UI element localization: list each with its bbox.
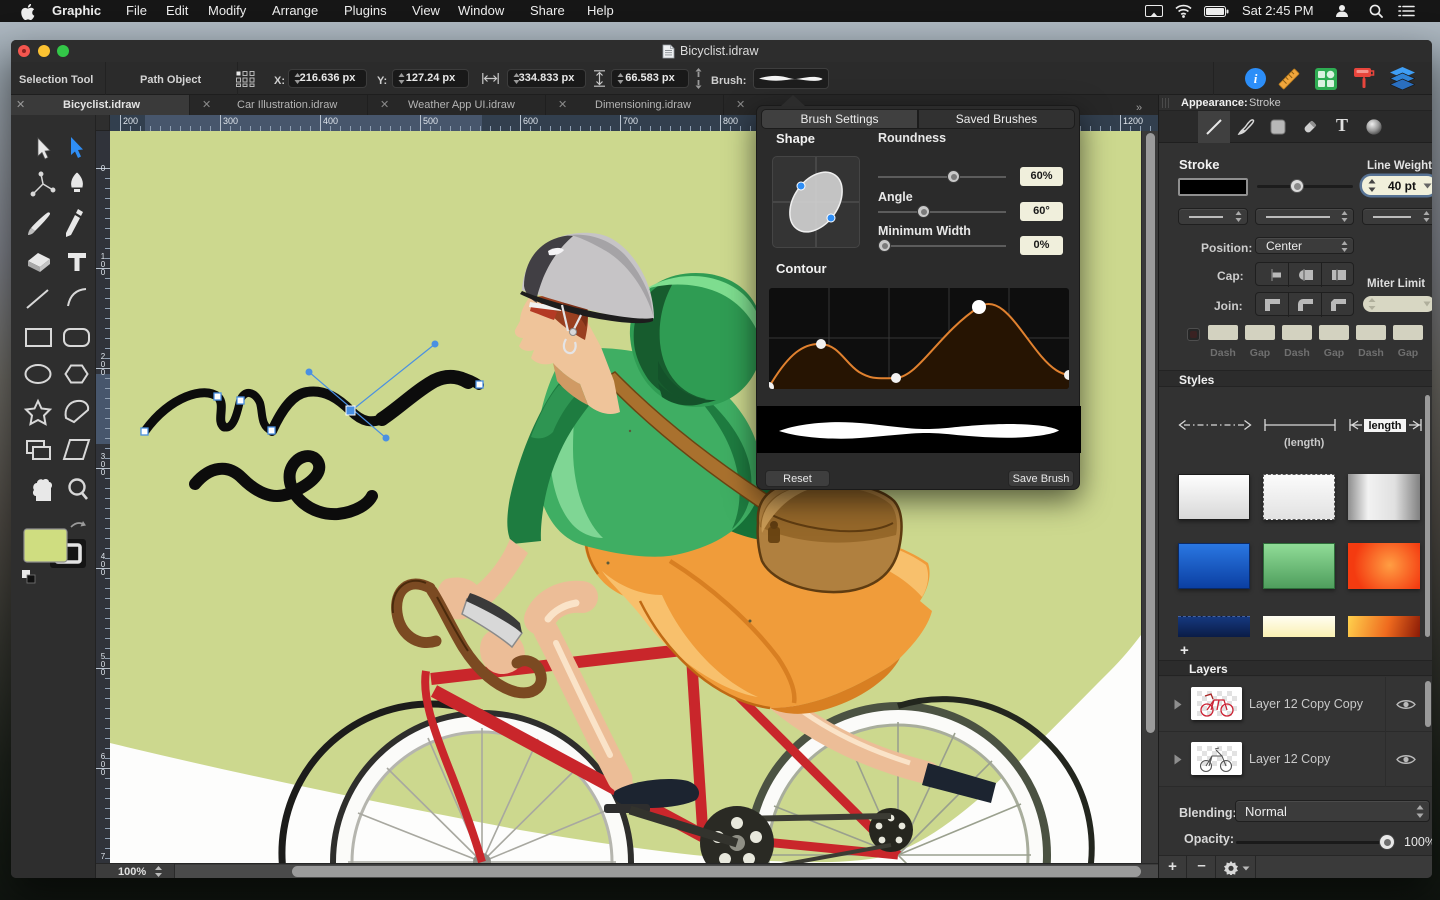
svg-text:400: 400 bbox=[323, 116, 338, 126]
svg-text:0: 0 bbox=[101, 268, 106, 277]
svg-text:0: 0 bbox=[101, 668, 106, 677]
svg-text:200: 200 bbox=[123, 116, 138, 126]
svg-text:7: 7 bbox=[101, 852, 106, 861]
svg-text:700: 700 bbox=[623, 116, 638, 126]
svg-text:600: 600 bbox=[523, 116, 538, 126]
svg-text:0: 0 bbox=[101, 768, 106, 777]
svg-text:500: 500 bbox=[423, 116, 438, 126]
svg-text:0: 0 bbox=[101, 368, 106, 377]
svg-text:length: length bbox=[1369, 420, 1402, 432]
svg-text:800: 800 bbox=[723, 116, 738, 126]
svg-text:0: 0 bbox=[101, 568, 106, 577]
svg-text:0: 0 bbox=[101, 164, 106, 173]
svg-text:300: 300 bbox=[223, 116, 238, 126]
svg-text:1200: 1200 bbox=[1123, 116, 1143, 126]
svg-text:0: 0 bbox=[101, 468, 106, 477]
